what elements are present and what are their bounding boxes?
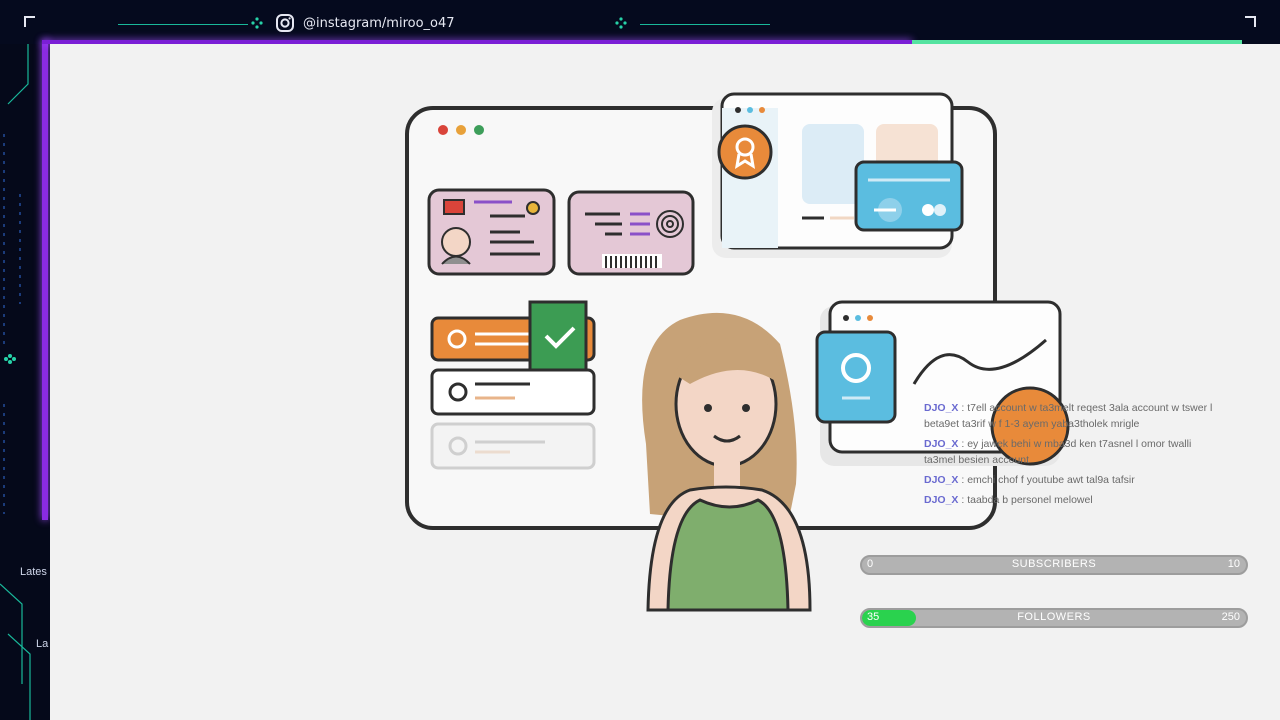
side-label-last: La bbox=[36, 638, 49, 650]
chat-username: DJO_X bbox=[924, 402, 959, 414]
chat-username: DJO_X bbox=[924, 474, 959, 486]
chat-text: : taabda b personel melowel bbox=[961, 494, 1093, 506]
neon-frame-left bbox=[42, 40, 48, 520]
subscribers-goal-bar: 0 SUBSCRIBERS 10 bbox=[860, 555, 1248, 575]
subscribers-goal: 10 bbox=[1227, 558, 1240, 570]
chat-message: DJO_X : t7ell account w ta3melt reqest 3… bbox=[924, 400, 1224, 432]
chat-text: : emchi chof f youtube awt tal9a tafsir bbox=[961, 474, 1135, 486]
followers-goal-bar: 35 FOLLOWERS 250 bbox=[860, 608, 1248, 628]
chat-text: : ey jawek behi w mba3d ken t7asnel l om… bbox=[924, 438, 1192, 466]
stream-chat: DJO_X : t7ell account w ta3melt reqest 3… bbox=[924, 400, 1224, 512]
corner-bracket-icon bbox=[1245, 16, 1256, 27]
chat-message: DJO_X : taabda b personel melowel bbox=[924, 492, 1224, 508]
circuit-node-icon bbox=[615, 17, 627, 29]
followers-goal: 250 bbox=[1221, 611, 1240, 623]
chat-text: : t7ell account w ta3melt reqest 3ala ac… bbox=[924, 402, 1213, 430]
side-label-latest: Lates bbox=[20, 566, 47, 578]
top-circuit-line-left bbox=[118, 24, 248, 25]
followers-label: FOLLOWERS bbox=[1017, 611, 1091, 623]
chat-message: DJO_X : ey jawek behi w mba3d ken t7asne… bbox=[924, 436, 1224, 468]
top-circuit-line-right bbox=[640, 24, 770, 25]
subscribers-label: SUBSCRIBERS bbox=[1011, 558, 1097, 570]
circuit-node-icon bbox=[251, 17, 263, 29]
chat-username: DJO_X bbox=[924, 438, 959, 450]
chat-message: DJO_X : emchi chof f youtube awt tal9a t… bbox=[924, 472, 1224, 488]
corner-bracket-icon bbox=[24, 16, 35, 27]
instagram-icon bbox=[276, 14, 294, 32]
instagram-handle: @instagram/miroo_o47 bbox=[275, 13, 455, 33]
instagram-handle-text: @instagram/miroo_o47 bbox=[303, 15, 455, 31]
chat-username: DJO_X bbox=[924, 494, 959, 506]
overlay-top-bar: @instagram/miroo_o47 bbox=[0, 0, 1280, 44]
